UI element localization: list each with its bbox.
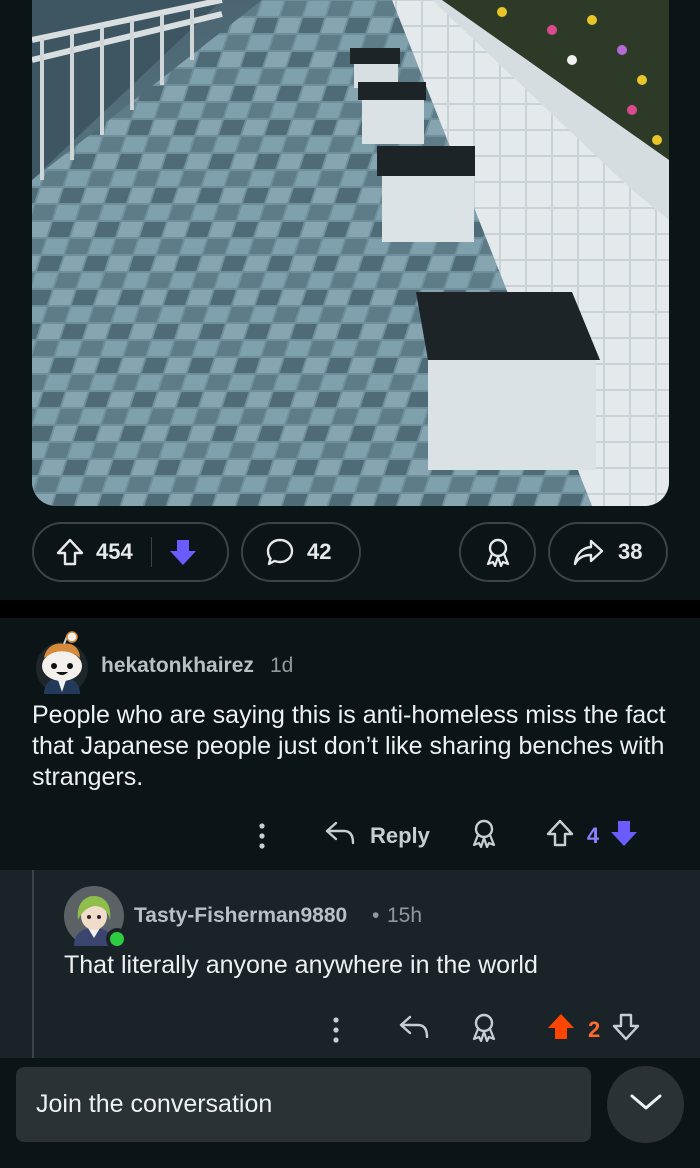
award-icon[interactable] xyxy=(470,1012,498,1048)
comment-body: People who are saying this is anti-homel… xyxy=(32,701,666,791)
collapse-button[interactable] xyxy=(607,1066,684,1143)
post-comments-button[interactable]: 42 xyxy=(241,522,361,582)
avatar[interactable] xyxy=(34,630,94,694)
reply-separator: • xyxy=(372,904,380,927)
comment-timestamp: 1d xyxy=(270,654,294,677)
reply-actions: 2 xyxy=(326,1012,640,1048)
more-options-icon[interactable] xyxy=(326,1016,346,1044)
comment-composer: Join the conversation xyxy=(0,1058,700,1168)
comment-actions: Reply 4 xyxy=(252,818,639,854)
reply-username[interactable]: Tasty-Fisherman9880 xyxy=(134,904,347,928)
reply-body: That literally anyone anywhere in the wo… xyxy=(64,951,538,979)
post-award-button[interactable] xyxy=(459,522,536,582)
upvote-icon[interactable] xyxy=(546,818,574,854)
post-share-button[interactable]: 38 xyxy=(548,522,668,582)
downvote-icon[interactable] xyxy=(612,1012,640,1048)
share-arrow-icon xyxy=(572,537,604,567)
post-image[interactable] xyxy=(32,0,669,506)
post-comment-count: 42 xyxy=(307,539,332,564)
composer-placeholder: Join the conversation xyxy=(36,1090,273,1118)
chevron-down-icon xyxy=(629,1092,663,1117)
award-icon[interactable] xyxy=(470,818,498,854)
comment-username[interactable]: hekatonkhairez xyxy=(101,654,254,678)
upvote-icon[interactable] xyxy=(546,1012,576,1048)
online-status-indicator xyxy=(106,928,128,950)
reply-timestamp: 15h xyxy=(387,904,423,927)
join-conversation-input[interactable]: Join the conversation xyxy=(16,1067,591,1142)
post-share-count: 38 xyxy=(618,539,643,564)
section-divider xyxy=(0,600,700,618)
reply-arrow-icon xyxy=(324,819,356,853)
award-icon xyxy=(484,537,512,567)
comment-vote-count: 4 xyxy=(586,823,600,848)
vote-separator xyxy=(150,537,152,567)
comment-bubble-icon xyxy=(265,537,295,567)
reply-comment: Tasty-Fisherman9880 • 15h That literally… xyxy=(0,870,700,1058)
downvote-icon[interactable] xyxy=(168,537,198,567)
reply-vote-count: 2 xyxy=(588,1017,601,1042)
thread-line[interactable] xyxy=(32,870,34,1058)
post-vote-control: 454 xyxy=(32,522,229,582)
upvote-icon[interactable] xyxy=(56,537,84,567)
post: 454 42 38 xyxy=(0,0,700,600)
reply-label: Reply xyxy=(370,823,430,848)
comment: hekatonkhairez 1d People who are saying … xyxy=(0,618,700,870)
avatar[interactable] xyxy=(64,886,128,950)
reply-arrow-icon[interactable] xyxy=(398,1013,430,1047)
more-options-icon[interactable] xyxy=(252,822,272,850)
reply-button[interactable]: Reply xyxy=(324,819,430,853)
post-vote-count: 454 xyxy=(96,539,133,564)
downvote-icon[interactable] xyxy=(609,818,639,854)
